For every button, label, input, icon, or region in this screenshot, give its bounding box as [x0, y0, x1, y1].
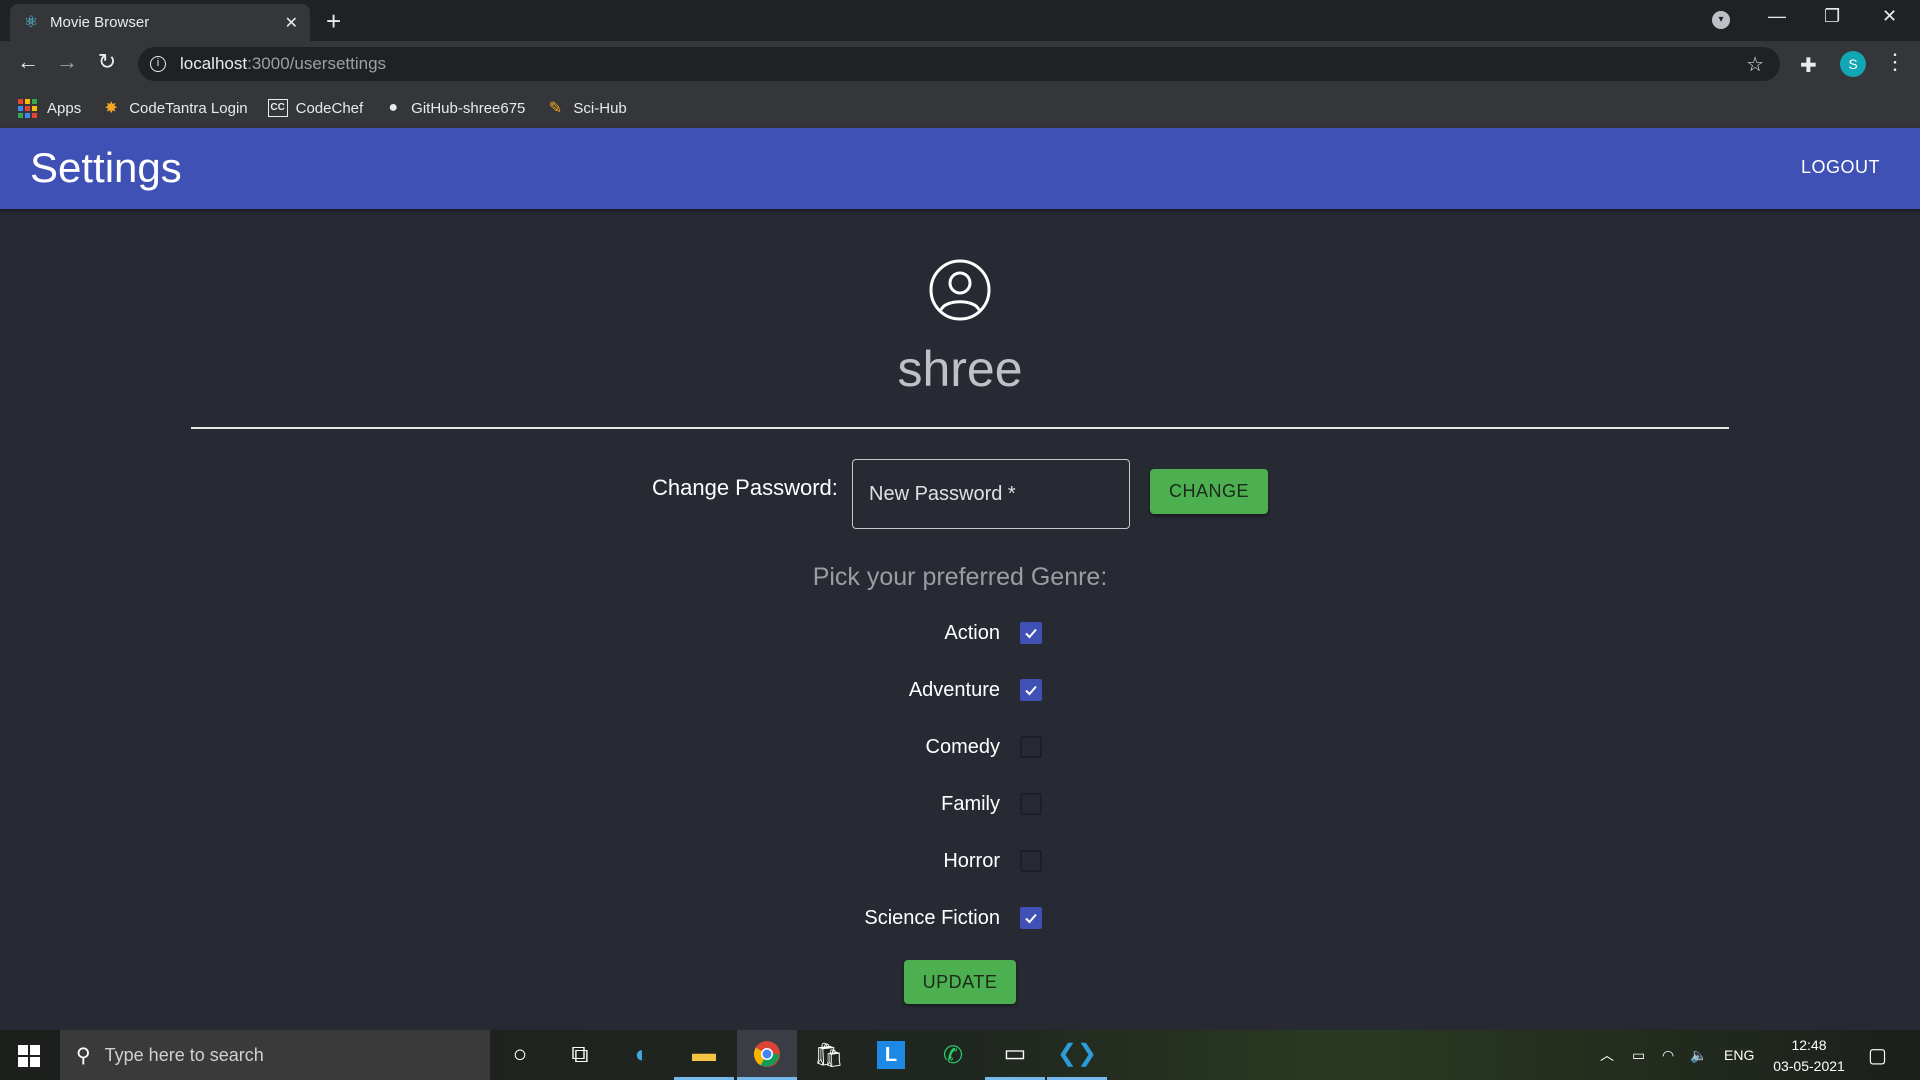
- restore-icon[interactable]: ❐: [1824, 6, 1840, 27]
- volume-icon[interactable]: 🔈: [1690, 1030, 1707, 1080]
- taskbar-search[interactable]: ⚲ Type here to search: [60, 1030, 490, 1080]
- codechef-icon: CC: [267, 99, 288, 117]
- checkmark-icon: [1025, 913, 1037, 924]
- bookmark-label: GitHub-shree675: [411, 99, 526, 117]
- bookmark-codechef[interactable]: CC CodeChef: [267, 99, 364, 117]
- profile-avatar[interactable]: S: [1840, 51, 1866, 77]
- genre-row: Family: [700, 789, 1042, 819]
- genre-heading: Pick your preferred Genre:: [812, 563, 1108, 591]
- page-title: Settings: [30, 144, 182, 191]
- genre-checkbox[interactable]: [1020, 907, 1042, 929]
- url-path: :3000/usersettings: [247, 54, 387, 73]
- close-tab-icon[interactable]: ✕: [285, 13, 298, 33]
- bookmark-label: CodeTantra Login: [129, 99, 248, 117]
- windows-taskbar: ⚲ Type here to search ○ ⧉ ◐ ▬ 🛍 L ✆ ▭ ❮❯…: [0, 1030, 1920, 1080]
- genre-row: Horror: [700, 846, 1042, 876]
- genre-checkbox[interactable]: [1020, 736, 1042, 758]
- genre-label: Science Fiction: [864, 906, 1000, 929]
- l-app-icon: L: [877, 1041, 905, 1069]
- forward-icon[interactable]: →: [53, 49, 81, 75]
- genre-row: Adventure: [700, 675, 1042, 705]
- chrome-logo-icon: [753, 1040, 780, 1067]
- site-info-icon[interactable]: i: [150, 56, 166, 72]
- genre-label: Family: [941, 792, 1000, 815]
- file-explorer-icon[interactable]: ▬: [674, 1030, 734, 1080]
- cortana-icon[interactable]: ○: [490, 1030, 550, 1080]
- github-icon: ●: [388, 99, 398, 116]
- task-view-icon[interactable]: ⧉: [550, 1030, 610, 1080]
- checkmark-icon: [1025, 685, 1037, 696]
- show-hidden-icons[interactable]: ︿: [1600, 1030, 1614, 1080]
- close-window-icon[interactable]: ✕: [1882, 6, 1897, 27]
- back-icon[interactable]: ←: [14, 49, 42, 75]
- wifi-icon[interactable]: ◠: [1662, 1030, 1674, 1080]
- whatsapp-icon[interactable]: ✆: [923, 1030, 983, 1080]
- genre-label: Action: [944, 621, 1000, 644]
- extensions-icon[interactable]: ✚: [1800, 53, 1817, 78]
- notifications-icon[interactable]: ▢: [1868, 1030, 1887, 1080]
- language-indicator[interactable]: ENG: [1724, 1030, 1754, 1080]
- store-icon[interactable]: 🛍: [799, 1030, 859, 1080]
- genre-checkbox[interactable]: [1020, 850, 1042, 872]
- user-circle-icon: [929, 259, 991, 321]
- bookmark-label: CodeChef: [295, 99, 364, 117]
- search-placeholder: Type here to search: [104, 1044, 264, 1065]
- genre-checkbox[interactable]: [1020, 793, 1042, 815]
- url-host: localhost: [180, 54, 248, 73]
- genre-row: Science Fiction: [700, 903, 1042, 933]
- edge-icon[interactable]: ◐: [612, 1030, 672, 1080]
- genre-label: Comedy: [925, 735, 1000, 758]
- bookmark-apps[interactable]: Apps: [18, 98, 82, 118]
- windows-start-icon[interactable]: [18, 1045, 40, 1067]
- genre-label: Adventure: [908, 678, 1000, 701]
- clock-date: 03-05-2021: [1773, 1058, 1845, 1074]
- launcher-l-icon[interactable]: L: [861, 1030, 921, 1080]
- checkmark-icon: [1025, 628, 1037, 639]
- reload-icon[interactable]: ↻: [93, 49, 121, 75]
- battery-icon[interactable]: ▭: [1632, 1030, 1645, 1080]
- tab-search-icon[interactable]: ▾: [1712, 11, 1730, 29]
- bookmark-label: Apps: [47, 99, 82, 117]
- bookmark-star-icon[interactable]: ☆: [1746, 52, 1764, 77]
- browser-tab[interactable]: ⚛ Movie Browser ✕: [10, 4, 310, 41]
- app-header: Settings LOGOUT: [0, 128, 1920, 209]
- new-password-input[interactable]: [852, 459, 1130, 529]
- change-password-button[interactable]: CHANGE: [1150, 469, 1268, 514]
- browser-menu-icon[interactable]: ⋮: [1884, 49, 1906, 75]
- bookmark-label: Sci-Hub: [573, 99, 627, 117]
- tab-title: Movie Browser: [50, 14, 150, 31]
- bookmarks-bar: Apps ✸ CodeTantra Login CC CodeChef ● Gi…: [0, 88, 1920, 128]
- vscode-icon[interactable]: ❮❯: [1047, 1030, 1107, 1080]
- chrome-icon[interactable]: [737, 1030, 797, 1080]
- logout-button[interactable]: LOGOUT: [1801, 157, 1880, 178]
- bookmark-codetantra[interactable]: ✸ CodeTantra Login: [101, 98, 248, 118]
- genre-label: Horror: [943, 849, 1000, 872]
- apps-grid-icon: [18, 98, 37, 118]
- genre-checkbox[interactable]: [1020, 679, 1042, 701]
- minimize-icon[interactable]: —: [1768, 6, 1786, 27]
- react-icon: ⚛: [23, 13, 39, 31]
- browser-toolbar: ← → ↻ i localhost:3000/usersettings ☆ ✚ …: [0, 41, 1920, 88]
- bookmark-scihub[interactable]: ✎ Sci-Hub: [545, 98, 627, 118]
- clock-time: 12:48: [1791, 1037, 1827, 1053]
- address-bar[interactable]: i localhost:3000/usersettings ☆: [138, 47, 1780, 81]
- username: shree: [897, 341, 1023, 397]
- bookmark-github[interactable]: ● GitHub-shree675: [383, 99, 525, 117]
- genre-checkbox[interactable]: [1020, 622, 1042, 644]
- system-clock[interactable]: 12:48 03-05-2021: [1764, 1035, 1854, 1077]
- browser-tabstrip: ⚛ Movie Browser ✕ + ▾ — ❐ ✕: [0, 0, 1920, 41]
- scihub-icon: ✎: [548, 100, 563, 117]
- divider: [191, 427, 1729, 429]
- search-icon: ⚲: [76, 1044, 91, 1067]
- genre-row: Action: [700, 618, 1042, 648]
- new-tab-icon[interactable]: +: [326, 6, 341, 37]
- change-password-label: Change Password:: [652, 475, 838, 500]
- terminal-icon[interactable]: ▭: [985, 1030, 1045, 1080]
- codetantra-icon: ✸: [104, 100, 118, 117]
- genre-row: Comedy: [700, 732, 1042, 762]
- update-button[interactable]: UPDATE: [904, 960, 1016, 1004]
